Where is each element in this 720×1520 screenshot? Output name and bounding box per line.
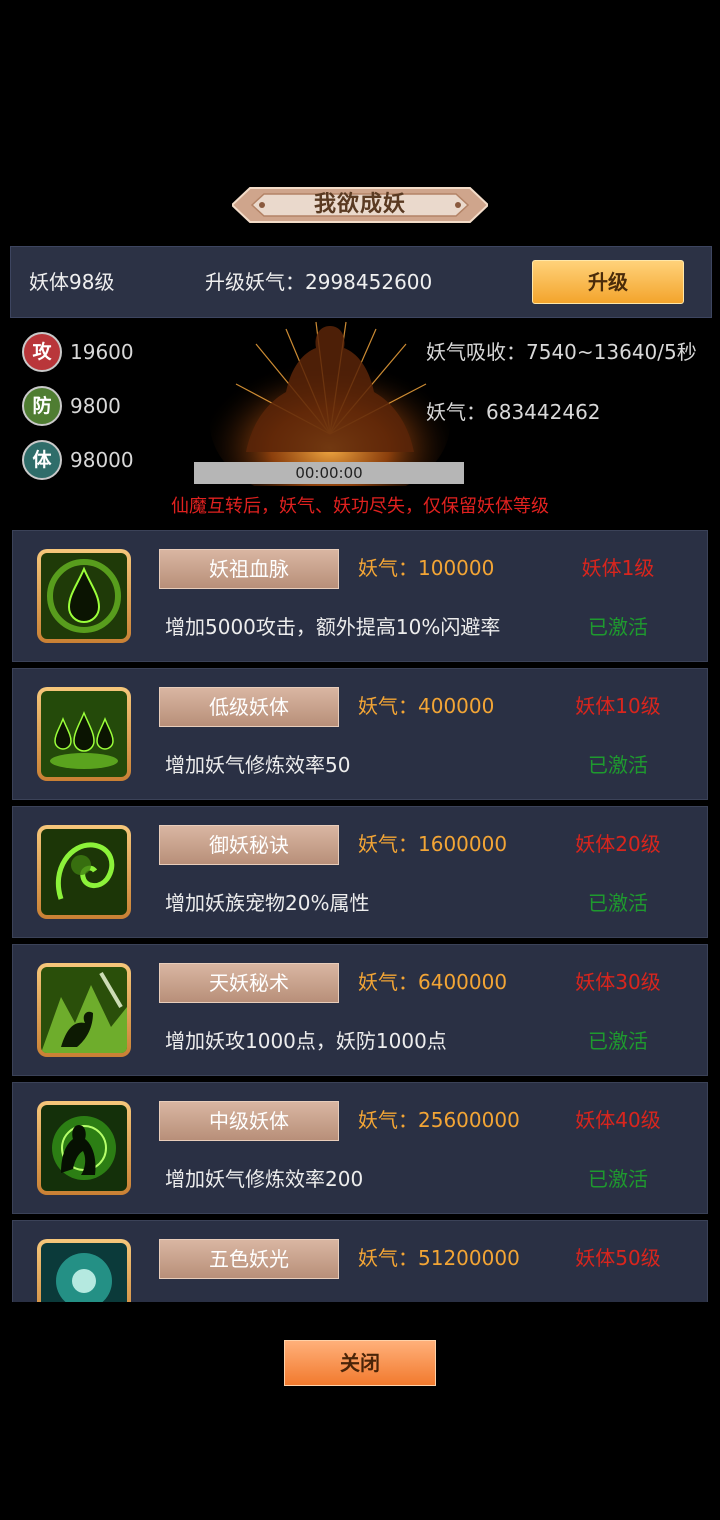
skill-description: 增加妖族宠物20%属性 [165, 891, 370, 915]
title-plate: 我欲成妖 [232, 182, 488, 228]
upgrade-cost: 升级妖气：2998452600 [205, 270, 433, 294]
skill-name: 中级妖体 [159, 1101, 339, 1141]
skill-status: 已激活 [588, 615, 648, 639]
skill-cost: 妖气：100000 [358, 556, 495, 580]
skill-card: 低级妖体 妖气：400000 妖体10级 增加妖气修炼效率50 已激活 [12, 668, 708, 800]
skill-cost: 妖气：25600000 [358, 1108, 520, 1132]
skill-cost: 妖气：51200000 [358, 1246, 520, 1270]
close-button[interactable]: 关闭 [284, 1340, 436, 1386]
skill-description: 增加妖攻1000点，妖防1000点 [165, 1029, 447, 1053]
upgrade-button[interactable]: 升级 [532, 260, 684, 304]
skill-icon-frame [37, 549, 131, 643]
skill-status: 已激活 [588, 891, 648, 915]
skill-card: 妖祖血脉 妖气：100000 妖体1级 增加5000攻击，额外提高10%闪避率 … [12, 530, 708, 662]
skill-requirement: 妖体20级 [575, 832, 661, 856]
skill-description: 增加5000攻击，额外提高10%闪避率 [165, 615, 501, 639]
skill-icon-frame [37, 1101, 131, 1195]
character-icon [196, 314, 464, 504]
skill-card: 天妖秘术 妖气：6400000 妖体30级 增加妖攻1000点，妖防1000点 … [12, 944, 708, 1076]
health-badge-icon: 体 [22, 440, 62, 480]
skill-card: 御妖秘诀 妖气：1600000 妖体20级 增加妖族宠物20%属性 已激活 [12, 806, 708, 938]
absorb-rate: 妖气吸收：7540~13640/5秒 [426, 340, 697, 364]
skill-card: 中级妖体 妖气：25600000 妖体40级 增加妖气修炼效率200 已激活 [12, 1082, 708, 1214]
green-spirit-icon [41, 829, 127, 915]
skill-status: 已激活 [588, 1029, 648, 1053]
skill-description: 增加妖气修炼效率50 [165, 753, 351, 777]
skill-name: 妖祖血脉 [159, 549, 339, 589]
defense-badge-icon: 防 [22, 386, 62, 426]
body-level: 妖体98级 [29, 270, 115, 294]
attack-value: 19600 [70, 340, 134, 364]
skill-requirement: 妖体40级 [575, 1108, 661, 1132]
defense-value: 9800 [70, 394, 121, 418]
skill-icon-frame [37, 687, 131, 781]
time-readout: 00:00:00 [194, 462, 464, 484]
skill-requirement: 妖体1级 [581, 556, 655, 580]
skill-icon-frame [37, 825, 131, 919]
skill-status: 已激活 [588, 1167, 648, 1191]
skill-requirement: 妖体50级 [575, 1246, 661, 1270]
three-drops-icon [41, 691, 127, 777]
teal-light-icon [41, 1243, 127, 1302]
green-drop-icon [41, 553, 127, 639]
page-title: 我欲成妖 [313, 192, 406, 217]
skill-icon-frame [37, 963, 131, 1057]
skill-description: 增加妖气修炼效率200 [165, 1167, 364, 1191]
skill-cost: 妖气：400000 [358, 694, 495, 718]
skill-name: 低级妖体 [159, 687, 339, 727]
skill-requirement: 妖体10级 [575, 694, 661, 718]
skill-requirement: 妖体30级 [575, 970, 661, 994]
skill-icon-frame [37, 1239, 131, 1302]
health-value: 98000 [70, 448, 134, 472]
skill-name: 五色妖光 [159, 1239, 339, 1279]
skill-cost: 妖气：1600000 [358, 832, 508, 856]
skill-name: 御妖秘诀 [159, 825, 339, 865]
level-bar: 妖体98级 升级妖气：2998452600 升级 [10, 246, 712, 318]
current-yaoqi: 妖气：683442462 [426, 400, 601, 424]
green-beast-icon [41, 967, 127, 1053]
attack-badge-icon: 攻 [22, 332, 62, 372]
green-figure-icon [41, 1105, 127, 1191]
skill-status: 已激活 [588, 753, 648, 777]
skill-cost: 妖气：6400000 [358, 970, 508, 994]
warning-text: 仙魔互转后，妖气、妖功尽失，仅保留妖体等级 [171, 496, 549, 517]
skill-list[interactable]: 妖祖血脉 妖气：100000 妖体1级 增加5000攻击，额外提高10%闪避率 … [12, 530, 708, 1302]
skill-name: 天妖秘术 [159, 963, 339, 1003]
skill-card: 五色妖光 妖气：51200000 妖体50级 [12, 1220, 708, 1302]
